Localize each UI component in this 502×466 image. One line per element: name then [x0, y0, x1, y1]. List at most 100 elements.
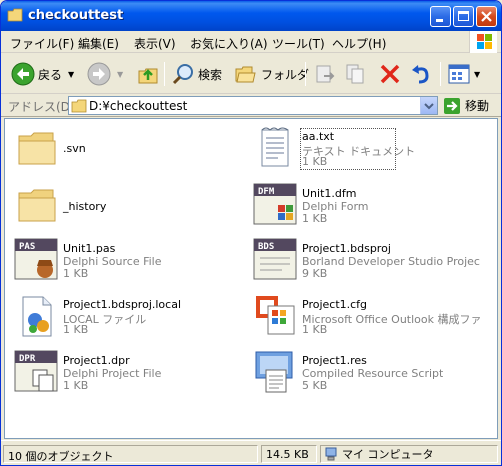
svg-text:DFM: DFM [258, 187, 275, 197]
forward-button[interactable]: ▼ [87, 59, 123, 89]
file-name: _history [63, 200, 107, 213]
address-input[interactable]: D:¥checkouttest [68, 96, 438, 115]
status-size-text: 14.5 KB [266, 448, 309, 461]
file-item[interactable]: DFM Unit1.dfm Delphi Form 1 KB [252, 181, 492, 231]
copy-to-icon [346, 64, 364, 84]
status-location-text: マイ コンピュータ [342, 448, 434, 461]
status-bar: 10 個のオブジェクト 14.5 KB マイ コンピュータ [1, 440, 501, 465]
status-location: マイ コンピュータ [320, 445, 498, 463]
status-count-text: 10 個のオブジェクト [8, 450, 114, 463]
delphi-form-icon: DFM [253, 183, 297, 225]
go-label: 移動 [465, 99, 490, 113]
svg-text:BDS: BDS [258, 242, 274, 252]
folders-label: フォルダ [261, 67, 310, 82]
file-name: Project1.res [302, 354, 367, 367]
maximize-icon [458, 11, 469, 21]
address-label: アドレス(D) [8, 100, 75, 114]
search-label: 検索 [198, 67, 223, 82]
menu-help[interactable]: ヘルプ(H) [332, 35, 386, 52]
folders-button[interactable]: フォルダ [234, 59, 309, 89]
menu-file[interactable]: ファイル(F) [10, 35, 74, 52]
file-size: 1 KB [302, 212, 328, 225]
file-name: Project1.dpr [63, 354, 130, 367]
copy-to-button[interactable] [344, 59, 368, 89]
file-item[interactable]: _history [13, 181, 253, 231]
status-size: 14.5 KB [261, 445, 317, 463]
file-type: Borland Developer Studio Project... [302, 255, 480, 268]
delete-button[interactable] [378, 59, 402, 89]
go-button[interactable]: 移動 [443, 96, 489, 115]
file-item[interactable]: Project1.bdsproj.local LOCAL ファイル 1 KB [13, 292, 253, 342]
windows-flag-icon [477, 34, 492, 49]
file-name: .svn [63, 142, 86, 155]
views-button[interactable]: ▼ [447, 59, 480, 89]
views-icon [448, 64, 470, 84]
file-item[interactable]: Project1.cfg Microsoft Office Outlook 構成… [252, 292, 492, 342]
undo-button[interactable] [409, 59, 433, 89]
move-to-button[interactable] [313, 59, 337, 89]
file-name: Unit1.dfm [302, 187, 357, 200]
file-name: Unit1.pas [63, 242, 116, 255]
views-dropdown-icon[interactable]: ▼ [474, 70, 480, 79]
text-document-icon [261, 127, 289, 167]
file-size: 1 KB [63, 323, 89, 336]
back-button[interactable]: 戻る ▼ [11, 59, 74, 89]
file-size: 1 KB [302, 323, 328, 336]
delphi-source-icon: PAS [14, 238, 58, 280]
chevron-down-icon [424, 103, 434, 110]
back-arrow-icon [11, 62, 35, 86]
minimize-button[interactable] [430, 6, 451, 27]
file-size: 1 KB [63, 267, 89, 280]
file-size: 1 KB [63, 379, 89, 392]
file-name: Project1.cfg [302, 298, 368, 311]
file-size: 1 KB [302, 155, 328, 168]
file-size: 5 KB [302, 379, 328, 392]
back-label: 戻る [38, 67, 63, 82]
menu-bar: ファイル(F) 編集(E) 表示(V) お気に入り(A) ツール(T) ヘルプ(… [1, 31, 501, 53]
file-name: Project1.bdsproj.local [63, 298, 182, 311]
menu-favorites[interactable]: お気に入り(A) [190, 35, 268, 52]
address-dropdown-button[interactable] [420, 97, 437, 114]
toolbar-separator [305, 62, 306, 86]
delphi-project-icon: DPR [14, 350, 58, 392]
folder-icon [71, 99, 87, 113]
file-item[interactable]: PAS Unit1.pas Delphi Source File 1 KB [13, 236, 253, 286]
back-dropdown-icon[interactable]: ▼ [68, 70, 74, 79]
file-size: 9 KB [302, 267, 328, 280]
my-computer-icon [325, 447, 337, 461]
folder-icon [18, 132, 56, 165]
menu-tools[interactable]: ツール(T) [272, 35, 325, 52]
go-arrow-icon [444, 97, 460, 114]
search-button[interactable]: 検索 [171, 59, 222, 89]
file-item[interactable]: Project1.res Compiled Resource Script 5 … [252, 348, 492, 398]
file-item[interactable]: .svn [13, 124, 253, 174]
file-item[interactable]: BDS Project1.bdsproj Borland Developer S… [252, 236, 492, 286]
toolbar: 戻る ▼ ▼ 検索 フォルダ ▼ [1, 54, 501, 94]
resource-script-icon [255, 351, 293, 393]
toolbar-separator [164, 62, 165, 86]
menu-edit[interactable]: 編集(E) [78, 35, 119, 52]
file-item[interactable]: DPR Project1.dpr Delphi Project File 1 K… [13, 348, 253, 398]
file-name: Project1.bdsproj [302, 242, 391, 255]
toolbar-separator [440, 62, 441, 86]
file-list[interactable]: .svn aa.txt テキスト ドキュメント 1 KB _history DF… [4, 118, 498, 439]
forward-dropdown-icon[interactable]: ▼ [117, 70, 123, 79]
folder-icon [18, 189, 56, 222]
title-bar[interactable]: checkouttest [1, 1, 501, 31]
window-title: checkouttest [28, 8, 124, 23]
file-item[interactable]: aa.txt テキスト ドキュメント 1 KB [252, 124, 492, 174]
explorer-window: checkouttest ファイル(F) 編集(E) 表示(V) お気に入り(A… [0, 0, 502, 466]
office-config-icon [256, 296, 295, 335]
delete-icon [380, 64, 400, 84]
svg-text:DPR: DPR [19, 354, 36, 364]
minimize-icon [436, 19, 443, 22]
bds-project-icon: BDS [253, 238, 297, 280]
windows-logo [469, 31, 497, 53]
maximize-button[interactable] [453, 6, 474, 27]
folders-icon [235, 66, 256, 83]
menu-view[interactable]: 表示(V) [134, 35, 176, 52]
up-folder-icon [138, 68, 158, 84]
close-button[interactable] [476, 6, 497, 27]
svg-text:PAS: PAS [19, 242, 35, 252]
up-folder-button[interactable] [136, 59, 160, 89]
